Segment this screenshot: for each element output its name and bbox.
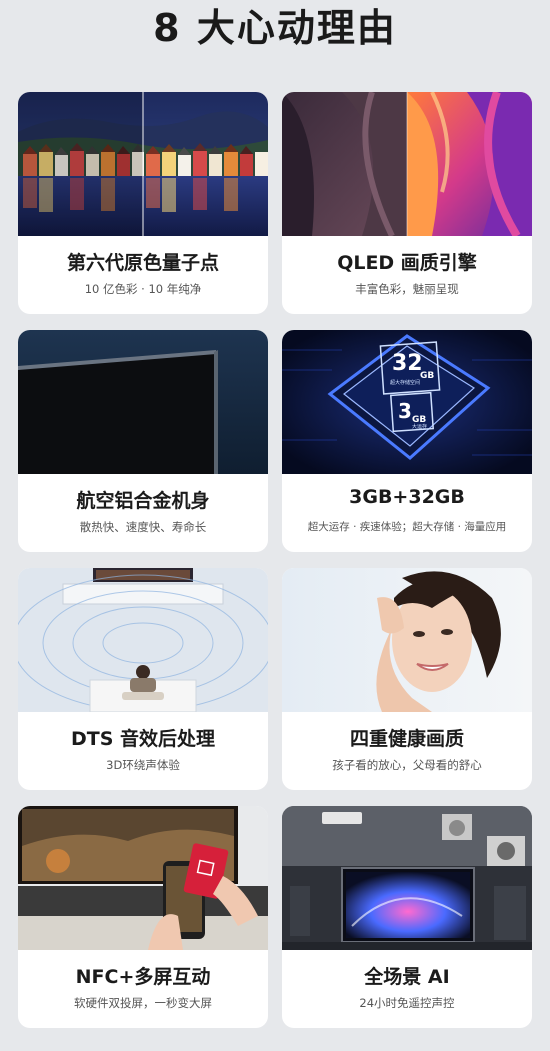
feature-title: 第六代原色量子点 xyxy=(66,252,219,274)
feature-title: QLED 画质引擎 xyxy=(337,252,477,274)
living-room-image xyxy=(282,806,532,950)
feature-subtitle: 3D环绕声体验 xyxy=(106,758,180,772)
feature-card-memory: 32 GB 超大存储空间 3 GB 大运存 3GB+32GB 超大运存 · 疾速… xyxy=(282,330,532,552)
feature-subtitle: 超大运存 · 疾速体验；超大存储 · 海量应用 xyxy=(307,521,507,533)
promo-page: 8 大心动理由 第六代原色量子点 10 亿色彩 · 10 年纯净 QLED 画质… xyxy=(0,0,550,1051)
canyon-image xyxy=(282,92,532,236)
feature-card-qled-engine: QLED 画质引擎 丰富色彩，魅丽呈现 xyxy=(282,92,532,314)
page-title: 8 大心动理由 xyxy=(153,6,397,50)
chip-image: 32 GB 超大存储空间 3 GB 大运存 xyxy=(282,330,532,474)
feature-card-quantum-dot: 第六代原色量子点 10 亿色彩 · 10 年纯净 xyxy=(18,92,268,314)
feature-card-nfc: NFC+多屏互动 软硬件双投屏，一秒变大屏 xyxy=(18,806,268,1028)
feature-title: 四重健康画质 xyxy=(349,728,464,750)
feature-subtitle: 软硬件双投屏，一秒变大屏 xyxy=(74,996,212,1010)
chip-ram-value: 3 xyxy=(398,399,412,423)
feature-title: 全场景 AI xyxy=(364,966,450,988)
chip-ram-label: 大运存 xyxy=(412,423,427,430)
feature-card-dts-sound: DTS 音效后处理 3D环绕声体验 xyxy=(18,568,268,790)
feature-title: NFC+多屏互动 xyxy=(75,966,211,988)
feature-card-health-picture: 四重健康画质 孩子看的放心，父母看的舒心 xyxy=(282,568,532,790)
feature-subtitle: 丰富色彩，魅丽呈现 xyxy=(355,282,459,296)
feature-subtitle: 24小时免遥控声控 xyxy=(359,996,455,1010)
nfc-cast-image xyxy=(18,806,268,950)
feature-card-aluminum-body: 航空铝合金机身 散热快、速度快、寿命长 xyxy=(18,330,268,552)
feature-subtitle: 孩子看的放心，父母看的舒心 xyxy=(332,758,482,772)
feature-subtitle: 散热快、速度快、寿命长 xyxy=(79,520,207,534)
chip-storage-unit: GB xyxy=(420,371,434,381)
tv-bezel-image xyxy=(18,330,268,474)
chip-storage-label: 超大存储空间 xyxy=(390,379,420,386)
sound-room-image xyxy=(18,568,268,712)
feature-card-scene-ai: 全场景 AI 24小时免遥控声控 xyxy=(282,806,532,1028)
smiling-woman-image xyxy=(282,568,532,712)
feature-title: 航空铝合金机身 xyxy=(76,490,210,512)
harbor-town-image xyxy=(18,92,268,236)
feature-title: DTS 音效后处理 xyxy=(70,728,216,750)
feature-title: 3GB+32GB xyxy=(349,486,465,508)
chip-storage-value: 32 xyxy=(392,351,423,376)
feature-subtitle: 10 亿色彩 · 10 年纯净 xyxy=(84,282,202,296)
